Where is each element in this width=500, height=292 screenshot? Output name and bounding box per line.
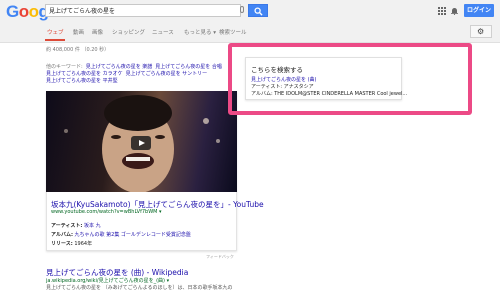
- mic-icon[interactable]: [240, 6, 244, 13]
- video-release-row: リリース: 1964年: [51, 240, 92, 247]
- video-album-row: アルバム: 九ちゃんの歌 第2集 ゴールデンレコード受賞記念盤: [51, 231, 191, 238]
- bell-icon[interactable]: [451, 7, 458, 15]
- tab-video[interactable]: 動画: [73, 28, 84, 36]
- video-url[interactable]: www.youtube.com/watch?v=wBhLVf7bWM ▾: [51, 209, 162, 215]
- highlight-frame: [228, 43, 472, 115]
- result-snippet: 見上げてごらん夜の星を （みあげてごらんよるのほしを）は、日本の歌手坂本九の: [46, 285, 233, 291]
- video-artist-row: アーティスト: 坂本 九: [51, 222, 101, 229]
- search-input[interactable]: 見上げてごらん夜の星を: [45, 4, 241, 17]
- artist-link[interactable]: 坂本 九: [84, 223, 101, 229]
- play-button[interactable]: [131, 136, 151, 150]
- artist-label: アーティスト:: [51, 223, 83, 229]
- related-searches-row: 見上げてごらん夜の星を カラオケ 見上げてごらん夜の星を サントリー: [46, 70, 207, 77]
- release-value: 1964年: [74, 241, 93, 247]
- search-button[interactable]: [248, 4, 268, 17]
- gear-icon: ⚙: [477, 27, 485, 36]
- related-searches-row: 他のキーワード: 見上げてごらん夜の星を 楽譜 見上げてごらん夜の星を 合唱: [46, 63, 222, 70]
- album-label: アルバム:: [51, 232, 73, 238]
- related-search-link[interactable]: 見上げてごらん夜の星を サントリー: [126, 71, 208, 77]
- active-tab-indicator: [45, 39, 65, 41]
- tab-images[interactable]: 画像: [92, 28, 103, 36]
- related-search-link[interactable]: 見上げてごらん夜の星を 平井堅: [46, 78, 118, 84]
- tab-search-tools[interactable]: 検索ツール: [219, 28, 247, 36]
- tab-news[interactable]: ニュース: [152, 28, 174, 36]
- play-icon: [139, 139, 145, 146]
- settings-button[interactable]: ⚙: [470, 25, 492, 38]
- tab-more[interactable]: もっと見る ▾: [184, 28, 216, 36]
- tab-web[interactable]: ウェブ: [47, 28, 64, 36]
- result-url[interactable]: ja.wikipedia.org/wiki/見上げてごらん夜の星を_(曲) ▾: [46, 277, 169, 284]
- feedback-link[interactable]: フィードバック: [206, 254, 234, 260]
- apps-grid-icon[interactable]: [438, 7, 446, 15]
- album-link[interactable]: 九ちゃんの歌 第2集 ゴールデンレコード受賞記念盤: [75, 232, 191, 238]
- login-button[interactable]: ログイン: [464, 4, 494, 17]
- tab-shopping[interactable]: ショッピング: [112, 28, 145, 36]
- search-icon: [254, 7, 263, 16]
- related-searches-row: 見上げてごらん夜の星を 平井堅: [46, 77, 118, 84]
- release-label: リリース:: [51, 241, 73, 247]
- result-stats: 約 408,000 件 （0.20 秒）: [46, 47, 110, 53]
